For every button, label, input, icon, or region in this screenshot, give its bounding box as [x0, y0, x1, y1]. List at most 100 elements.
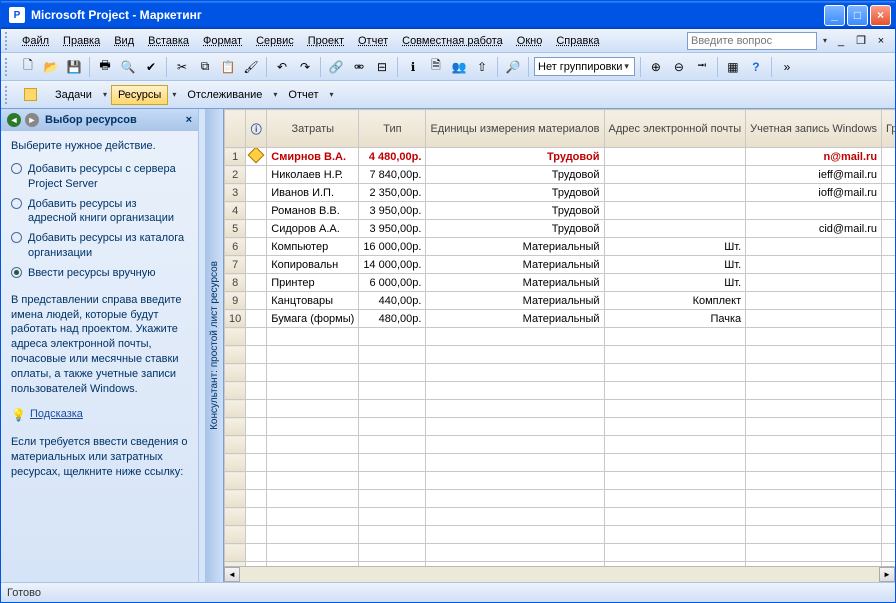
cell[interactable]	[604, 508, 746, 526]
cell[interactable]: Николаев Н.Р.	[267, 166, 359, 184]
cell[interactable]	[882, 490, 895, 508]
cell[interactable]	[426, 328, 604, 346]
cell[interactable]	[604, 418, 746, 436]
cell[interactable]	[267, 526, 359, 544]
cell[interactable]: Принтер	[267, 274, 359, 292]
cell[interactable]	[746, 238, 882, 256]
cell[interactable]	[267, 490, 359, 508]
table-row-empty[interactable]	[225, 328, 896, 346]
cell[interactable]	[225, 364, 246, 382]
table-row[interactable]: 2Николаев Н.Р.7 840,00р.Трудовойieff@mai…	[225, 166, 896, 184]
cell[interactable]	[746, 526, 882, 544]
cell[interactable]	[246, 310, 267, 328]
cell[interactable]: Материальный	[426, 256, 604, 274]
cell[interactable]	[604, 148, 746, 166]
cell[interactable]: 440,00р.	[359, 292, 426, 310]
column-header[interactable]: Тип	[359, 110, 426, 148]
table-row[interactable]: 8Принтер6 000,00р.МатериальныйШт.1 500,0…	[225, 274, 896, 292]
cell[interactable]	[246, 382, 267, 400]
cell[interactable]: 3	[225, 184, 246, 202]
table-row-empty[interactable]	[225, 436, 896, 454]
cell[interactable]	[359, 508, 426, 526]
menu-format[interactable]: Формат	[196, 32, 249, 50]
cell[interactable]: 14 000,00р.	[359, 256, 426, 274]
cell[interactable]	[267, 382, 359, 400]
cell[interactable]	[426, 544, 604, 562]
cell[interactable]: Иванов И.П.	[267, 184, 359, 202]
cell[interactable]	[604, 166, 746, 184]
cell[interactable]	[746, 328, 882, 346]
cell[interactable]: 480,00р.	[359, 310, 426, 328]
cell[interactable]: 2 350,00р.	[359, 184, 426, 202]
cell[interactable]	[359, 328, 426, 346]
cell[interactable]	[246, 472, 267, 490]
menu-window[interactable]: Окно	[510, 32, 550, 50]
cell[interactable]	[246, 274, 267, 292]
guide-toggle-button[interactable]	[17, 84, 44, 105]
cut-icon[interactable]: ✂	[172, 57, 192, 77]
spellcheck-icon[interactable]: ✔	[141, 57, 161, 77]
format-painter-icon[interactable]: 🖌	[241, 57, 261, 77]
cell[interactable]	[604, 364, 746, 382]
cell[interactable]: 3 950,00р.	[359, 220, 426, 238]
cell[interactable]: 2	[882, 166, 895, 184]
cell[interactable]: Шт.	[604, 274, 746, 292]
table-row-empty[interactable]	[225, 526, 896, 544]
cell[interactable]	[426, 490, 604, 508]
table-row[interactable]: 7Копировальн14 000,00р.МатериальныйШт.7 …	[225, 256, 896, 274]
cell[interactable]	[746, 382, 882, 400]
new-icon[interactable]: 🗋	[18, 57, 38, 77]
resource-grid[interactable]: ⓘЗатратыТипЕдиницы измерения материаловА…	[224, 109, 895, 566]
column-header[interactable]	[225, 110, 246, 148]
toolbar-grip[interactable]	[5, 58, 11, 76]
cell[interactable]	[746, 274, 882, 292]
cell[interactable]	[426, 454, 604, 472]
cell[interactable]	[746, 418, 882, 436]
restore-child-max-icon[interactable]: ❐	[853, 33, 869, 49]
cell[interactable]	[267, 508, 359, 526]
cell[interactable]	[882, 436, 895, 454]
cell[interactable]	[246, 166, 267, 184]
table-row-empty[interactable]	[225, 382, 896, 400]
gantt-icon[interactable]: ▦	[723, 57, 743, 77]
cell[interactable]	[359, 364, 426, 382]
help-search-input[interactable]	[687, 32, 817, 50]
cell[interactable]: 16 000,00р.	[359, 238, 426, 256]
cell[interactable]	[359, 544, 426, 562]
cell[interactable]	[746, 400, 882, 418]
cell[interactable]: 6 000,00р.	[359, 274, 426, 292]
print-icon[interactable]: 🖶	[95, 57, 115, 77]
cell[interactable]	[604, 328, 746, 346]
cell[interactable]	[246, 346, 267, 364]
radio-option-3[interactable]: Ввести ресурсы вручную	[11, 266, 188, 281]
goto-icon[interactable]: ⭲	[692, 57, 712, 77]
cell[interactable]	[746, 454, 882, 472]
note-icon[interactable]: 🗎	[426, 57, 446, 77]
column-header[interactable]: ⓘ	[246, 110, 267, 148]
cell[interactable]: cid@mail.ru	[746, 220, 882, 238]
cell[interactable]	[604, 202, 746, 220]
menu-edit[interactable]: Правка	[56, 32, 107, 50]
tracking-view-button[interactable]: Отслеживание	[180, 85, 269, 105]
table-row-empty[interactable]	[225, 364, 896, 382]
cell[interactable]	[359, 454, 426, 472]
table-row-empty[interactable]	[225, 472, 896, 490]
cell[interactable]	[746, 436, 882, 454]
cell[interactable]: Бумага (формы)	[267, 310, 359, 328]
cell[interactable]	[246, 454, 267, 472]
assign-icon[interactable]: 👥	[449, 57, 469, 77]
cell[interactable]	[246, 220, 267, 238]
cell[interactable]: n@mail.ru	[746, 148, 882, 166]
cell[interactable]: Трудовой	[426, 148, 604, 166]
table-row[interactable]: 9Канцтовары440,00р.МатериальныйКомплект1…	[225, 292, 896, 310]
cell[interactable]: 1	[882, 148, 895, 166]
menu-grip[interactable]	[5, 32, 11, 50]
cell[interactable]	[225, 508, 246, 526]
table-row-empty[interactable]	[225, 544, 896, 562]
cell[interactable]	[426, 526, 604, 544]
table-row-empty[interactable]	[225, 400, 896, 418]
hint-link[interactable]: Подсказка	[30, 407, 83, 422]
cell[interactable]	[246, 490, 267, 508]
cell[interactable]: Шт.	[604, 256, 746, 274]
cell[interactable]	[246, 202, 267, 220]
